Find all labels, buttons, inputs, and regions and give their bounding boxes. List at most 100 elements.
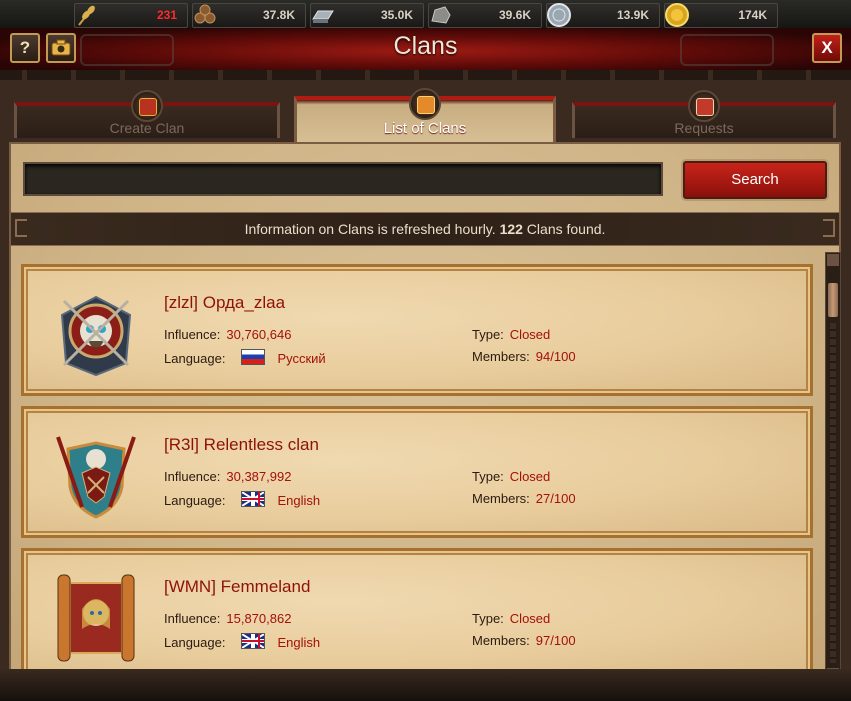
tab-create-clan[interactable]: Create Clan (14, 90, 280, 138)
resource-stone[interactable]: 39.6K (428, 3, 542, 28)
language-value: English (277, 493, 321, 508)
language-value: English (277, 635, 321, 650)
list-scrollbar[interactable] (825, 252, 841, 682)
resource-iron-value: 35.0K (380, 8, 413, 22)
clan-card[interactable]: [zlzl] Орда_zlaa Influence: 30,760,646 La… (21, 264, 813, 396)
clan-type: Type: Closed (472, 327, 550, 342)
resource-wood-value: 37.8K (262, 8, 295, 22)
info-bar: Information on Clans is refreshed hourly… (11, 212, 839, 246)
resource-iron[interactable]: 35.0K (310, 3, 424, 28)
type-value: Closed (509, 611, 551, 626)
members-value: 94/100 (535, 349, 576, 364)
uk-flag-icon (241, 633, 266, 649)
eagle-shield-emblem-icon (56, 436, 136, 519)
resource-stone-value: 39.6K (498, 8, 531, 22)
clan-members: Members: 27/100 (472, 491, 576, 506)
title-bar: Clans ? X (0, 28, 851, 72)
create-clan-tab-icon (131, 90, 163, 122)
resource-silver[interactable]: 13.9K (546, 3, 660, 28)
influence-value: 15,870,862 (226, 611, 292, 626)
search-input[interactable] (25, 164, 661, 194)
stone-icon (431, 6, 451, 24)
clan-influence: Influence: 15,870,862 (164, 611, 291, 626)
info-text-suffix: Clans found. (522, 221, 606, 237)
influence-label: Influence: (164, 469, 221, 484)
scroll-portrait-emblem-icon (57, 574, 135, 662)
clan-list-panel: Search Information on Clans is refreshed… (9, 142, 841, 697)
russia-flag-icon (241, 349, 266, 365)
members-value: 27/100 (535, 491, 576, 506)
silver-coin-icon (547, 3, 571, 27)
resource-gold[interactable]: 174K (664, 3, 778, 28)
requests-tab-icon (688, 90, 720, 122)
type-label: Type: (472, 611, 504, 626)
clan-language: Language: English (164, 633, 320, 650)
clan-count: 122 (499, 221, 523, 237)
clan-list: [zlzl] Орда_zlaa Influence: 30,760,646 La… (21, 264, 813, 694)
language-label: Language: (164, 351, 226, 366)
type-value: Closed (509, 327, 551, 342)
language-label: Language: (164, 493, 226, 508)
influence-value: 30,760,646 (226, 327, 292, 342)
tab-requests[interactable]: Requests (572, 90, 836, 138)
wheat-icon (78, 5, 95, 26)
search-button[interactable]: Search (683, 161, 827, 199)
tab-bar: Create Clan List of Clans Requests (0, 80, 851, 146)
title-border-spikes (0, 70, 851, 80)
type-value: Closed (509, 469, 551, 484)
tab-list-of-clans-label: List of Clans (383, 120, 467, 137)
wood-logs-icon (194, 4, 216, 24)
influence-value: 30,387,992 (226, 469, 292, 484)
clan-name[interactable]: [WMN] Femmeland (164, 577, 310, 597)
clan-members: Members: 94/100 (472, 349, 576, 364)
info-bar-corner-right (823, 219, 835, 237)
gold-coin-icon (665, 3, 689, 27)
iron-ingot-icon (312, 10, 334, 23)
clan-language: Language: Русский (164, 349, 326, 366)
camera-icon (51, 39, 71, 56)
clan-name[interactable]: [zlzl] Орда_zlaa (164, 293, 285, 313)
language-label: Language: (164, 635, 226, 650)
influence-label: Influence: (164, 611, 221, 626)
scroll-track[interactable] (830, 323, 836, 663)
members-label: Members: (472, 633, 530, 648)
clan-members: Members: 97/100 (472, 633, 576, 648)
tab-create-clan-label: Create Clan (109, 120, 185, 136)
type-label: Type: (472, 469, 504, 484)
members-value: 97/100 (535, 633, 576, 648)
resource-food[interactable]: 231 (74, 3, 188, 28)
clan-card[interactable]: [R3l] Relentless clan Influence: 30,387,9… (21, 406, 813, 538)
clan-name[interactable]: [R3l] Relentless clan (164, 435, 319, 455)
scroll-thumb[interactable] (828, 283, 838, 317)
resource-wood[interactable]: 37.8K (192, 3, 306, 28)
influence-label: Influence: (164, 327, 221, 342)
clans-window: Clans ? X Create Clan List of Clans Requ… (0, 28, 851, 701)
clan-influence: Influence: 30,387,992 (164, 469, 291, 484)
tab-list-of-clans[interactable]: List of Clans (294, 88, 556, 146)
clan-card[interactable]: [WMN] Femmeland Influence: 15,870,862 Lan… (21, 548, 813, 680)
clan-language: Language: English (164, 491, 320, 508)
members-label: Members: (472, 491, 530, 506)
help-button[interactable]: ? (10, 33, 40, 63)
info-text-prefix: Information on Clans is refreshed hourly… (244, 221, 500, 237)
type-label: Type: (472, 327, 504, 342)
window-title: Clans (393, 32, 458, 60)
clan-influence: Influence: 30,760,646 (164, 327, 291, 342)
language-value: Русский (277, 351, 326, 366)
tab-requests-label: Requests (674, 120, 734, 136)
resource-food-value: 231 (156, 8, 177, 22)
close-button[interactable]: X (812, 33, 842, 63)
info-bar-corner-left (15, 219, 27, 237)
screenshot-button[interactable] (46, 33, 76, 63)
resource-gold-value: 174K (738, 8, 767, 22)
search-box (23, 162, 663, 196)
scroll-up-arrow-icon[interactable] (827, 254, 839, 266)
uk-flag-icon (241, 491, 266, 507)
bottom-hud-strip (0, 669, 851, 701)
clan-type: Type: Closed (472, 611, 550, 626)
resource-silver-value: 13.9K (616, 8, 649, 22)
clan-list-tab-icon (409, 88, 441, 120)
skull-shield-emblem-icon (60, 295, 132, 377)
members-label: Members: (472, 349, 530, 364)
resource-bar: 231 37.8K 35.0K 39.6K 13.9K 174K (0, 0, 851, 30)
